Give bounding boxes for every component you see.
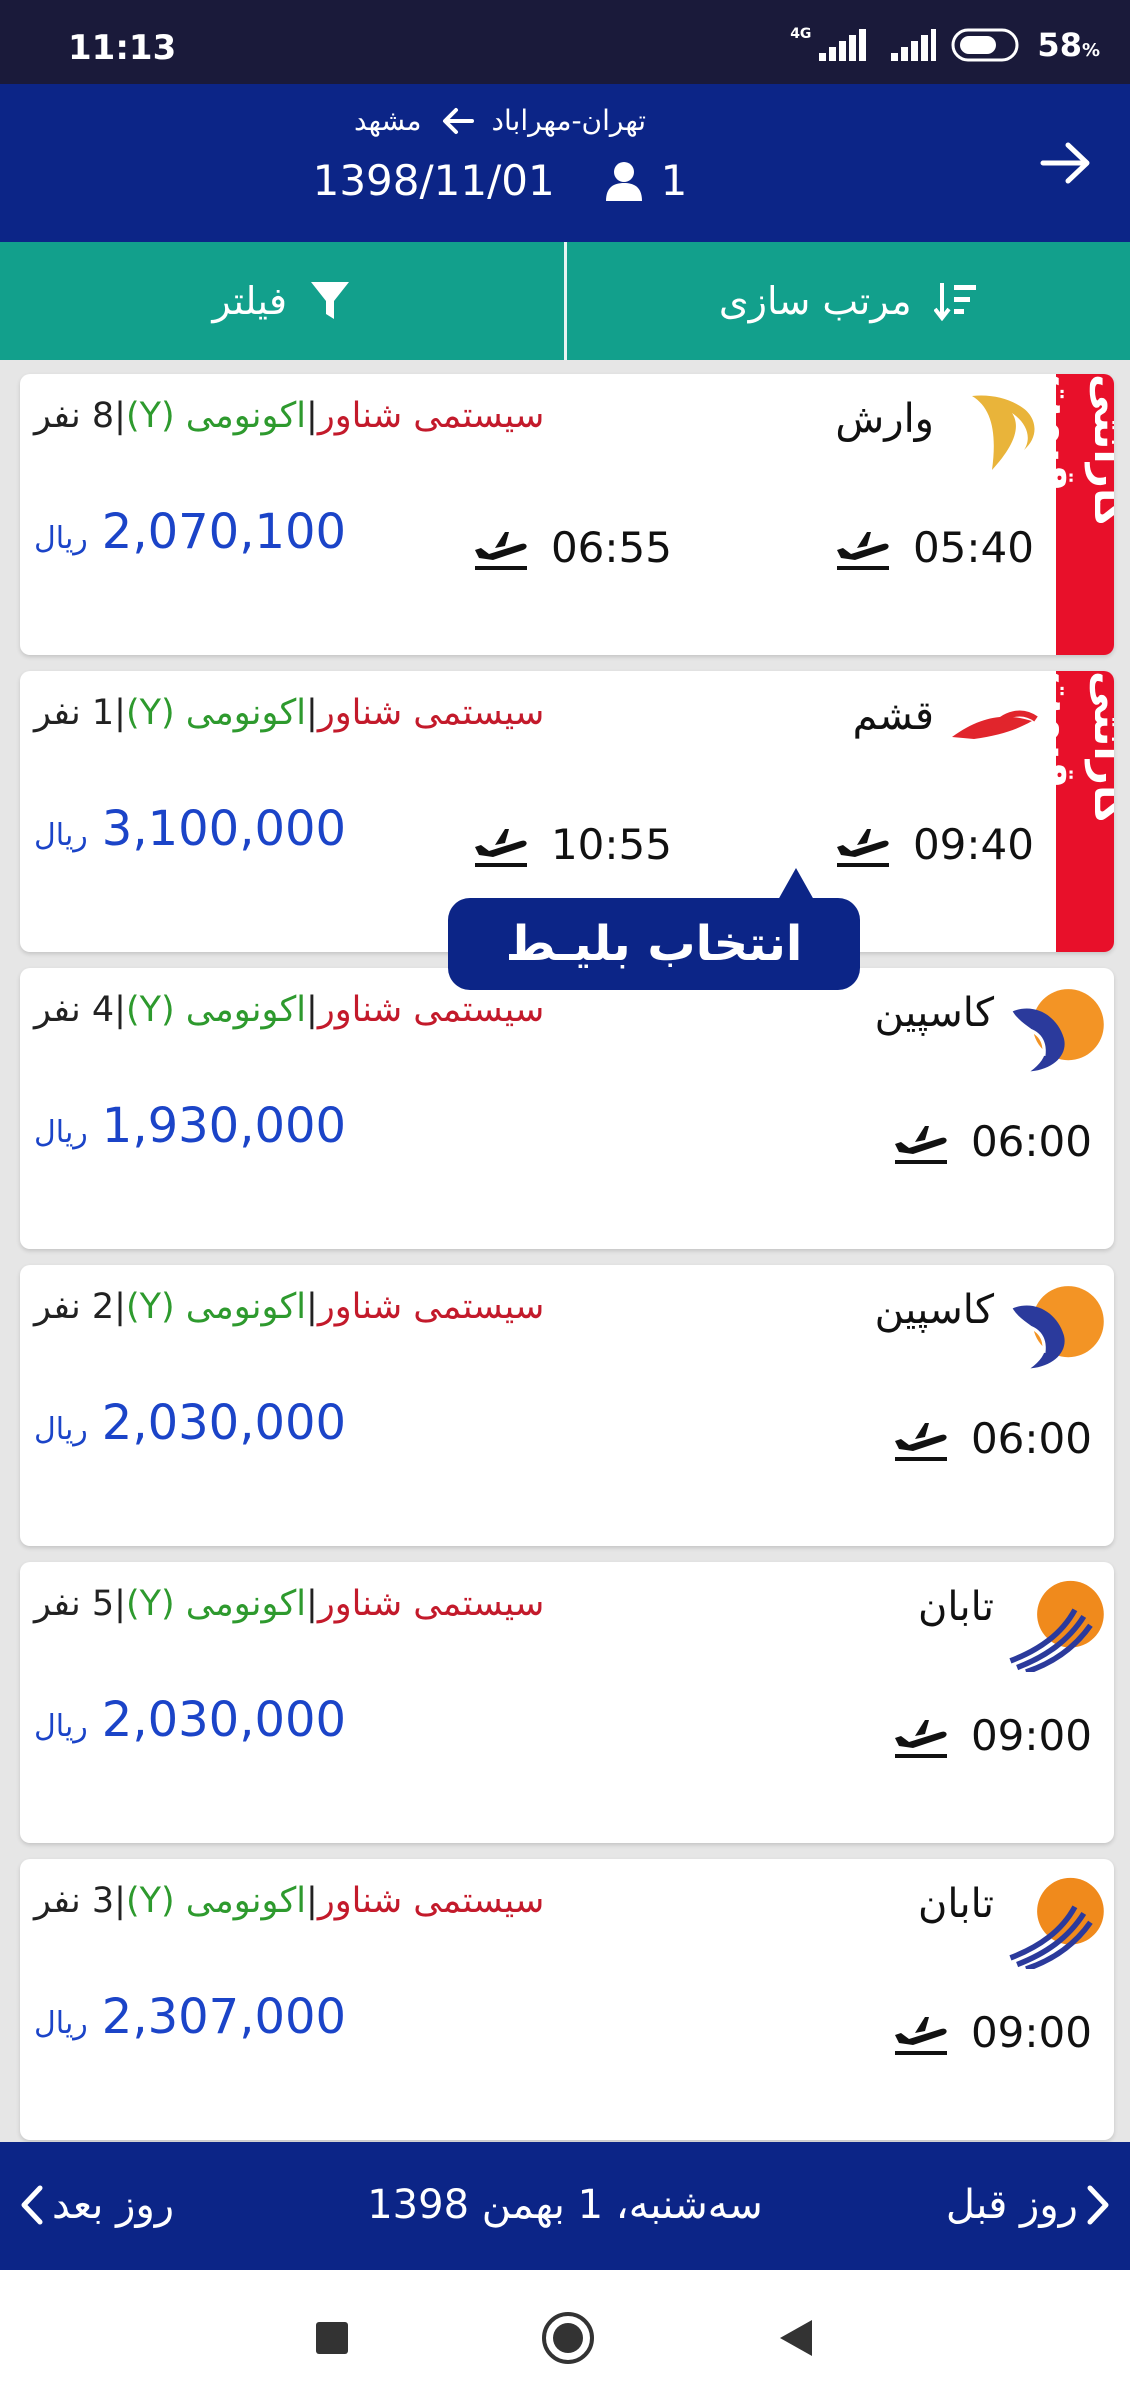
passenger-count: 1 <box>605 156 687 205</box>
signal-icon <box>819 29 867 61</box>
flight-card[interactable]: گارانتی قیمت وارش سیستمی شناور|اکونومی (… <box>20 374 1114 655</box>
arrival-time: 10:55 <box>471 819 672 869</box>
caspian-logo-icon <box>1012 989 1104 1072</box>
action-bar: فیلتر مرتب سازی <box>0 242 1130 360</box>
price-guarantee-badge: گارانتی قیمت <box>1036 671 1114 952</box>
battery-level: 58% <box>1037 26 1100 64</box>
signal-icon-2 <box>891 29 937 61</box>
arrow-left-icon <box>442 107 474 134</box>
departure-time: 09:00 <box>891 1710 1092 1760</box>
arrival-time: 06:55 <box>471 522 672 572</box>
departure-time: 05:40 <box>833 522 1034 572</box>
price: ریال 2,070,100 <box>34 504 347 560</box>
flight-card[interactable]: تابان سیستمی شناور|اکونومی (Y)|3 نفر ریا… <box>20 1859 1114 2140</box>
taban-logo-icon <box>1009 1580 1104 1672</box>
fare-info: سیستمی شناور|اکونومی (Y)|2 نفر <box>34 1287 545 1327</box>
status-time: 11:13 <box>68 28 177 68</box>
home-icon[interactable] <box>540 2310 596 2366</box>
filter-icon <box>311 282 350 319</box>
route: تهران-مهراباد مشهد <box>300 104 700 137</box>
price: ریال 2,307,000 <box>34 1989 347 2045</box>
status-icons: 4G 58% <box>790 26 1100 64</box>
price-guarantee-badge: گارانتی قیمت <box>1036 374 1114 655</box>
route-from: تهران-مهراباد <box>491 104 647 137</box>
airline-name: کاسپین <box>874 1287 994 1333</box>
chevron-right-icon <box>1087 2185 1109 2225</box>
fare-info: سیستمی شناور|اکونومی (Y)|1 نفر <box>34 693 545 733</box>
varesh-logo-icon <box>972 395 1035 470</box>
status-bar: 11:13 4G 58% <box>0 0 1130 84</box>
back-button[interactable] <box>1040 140 1092 190</box>
flight-card[interactable]: تابان سیستمی شناور|اکونومی (Y)|5 نفر ریا… <box>20 1562 1114 1843</box>
person-icon <box>605 161 642 201</box>
sort-label: مرتب سازی <box>718 279 912 323</box>
search-header: تهران-مهراباد مشهد 1398/11/01 1 <box>0 84 1130 242</box>
price: ریال 3,100,000 <box>34 801 347 857</box>
qeshm-logo-icon <box>952 710 1038 739</box>
takeoff-icon <box>836 532 889 570</box>
filter-label: فیلتر <box>212 279 288 323</box>
battery-icon <box>951 28 1019 62</box>
caspian-logo-icon <box>1012 1286 1104 1369</box>
airline-name: تابان <box>917 1584 994 1630</box>
takeoff-icon <box>894 1126 947 1164</box>
tooltip-pointer <box>778 868 814 900</box>
filter-button[interactable]: فیلتر <box>0 242 564 360</box>
takeoff-icon <box>836 829 889 867</box>
price: ریال 2,030,000 <box>34 1692 347 1748</box>
fare-info: سیستمی شناور|اکونومی (Y)|4 نفر <box>34 990 545 1030</box>
select-ticket-tooltip[interactable]: انتخاب بلیـط <box>448 898 860 990</box>
route-to: مشهد <box>353 104 422 137</box>
system-nav-bar <box>0 2270 1130 2405</box>
landing-icon <box>474 532 527 570</box>
airline-name: قشم <box>852 693 934 739</box>
arrow-right-icon <box>1040 142 1090 184</box>
airline-name: وارش <box>835 396 934 442</box>
fare-info: سیستمی شناور|اکونومی (Y)|5 نفر <box>34 1584 545 1624</box>
departure-time: 06:00 <box>891 1413 1092 1463</box>
back-nav-icon[interactable] <box>776 2316 816 2360</box>
takeoff-icon <box>894 1720 947 1758</box>
search-date: 1398/11/01 <box>312 156 555 205</box>
departure-time: 09:40 <box>833 819 1034 869</box>
airline-name: کاسپین <box>874 990 994 1036</box>
sort-icon <box>933 283 976 321</box>
price: ریال 2,030,000 <box>34 1395 347 1451</box>
fare-info: سیستمی شناور|اکونومی (Y)|8 نفر <box>34 396 545 436</box>
takeoff-icon <box>894 2017 947 2055</box>
flight-card[interactable]: کاسپین سیستمی شناور|اکونومی (Y)|4 نفر ری… <box>20 968 1114 1249</box>
departure-time: 09:00 <box>891 2007 1092 2057</box>
airline-name: تابان <box>917 1881 994 1927</box>
network-type: 4G <box>790 26 812 42</box>
date-navigation: روز بعد سه‌شنبه، 1 بهمن 1398 روز قبل <box>0 2142 1130 2270</box>
flight-card[interactable]: کاسپین سیستمی شناور|اکونومی (Y)|2 نفر ری… <box>20 1265 1114 1546</box>
sort-button[interactable]: مرتب سازی <box>567 242 1130 360</box>
previous-day-button[interactable]: روز قبل <box>946 2182 1110 2228</box>
departure-time: 06:00 <box>891 1116 1092 1166</box>
taban-logo-icon <box>1009 1877 1104 1969</box>
fare-info: سیستمی شناور|اکونومی (Y)|3 نفر <box>34 1881 545 1921</box>
search-summary: 1398/11/01 1 <box>300 156 700 205</box>
price: ریال 1,930,000 <box>34 1098 347 1154</box>
recents-icon[interactable] <box>312 2318 352 2358</box>
takeoff-icon <box>894 1423 947 1461</box>
landing-icon <box>474 829 527 867</box>
